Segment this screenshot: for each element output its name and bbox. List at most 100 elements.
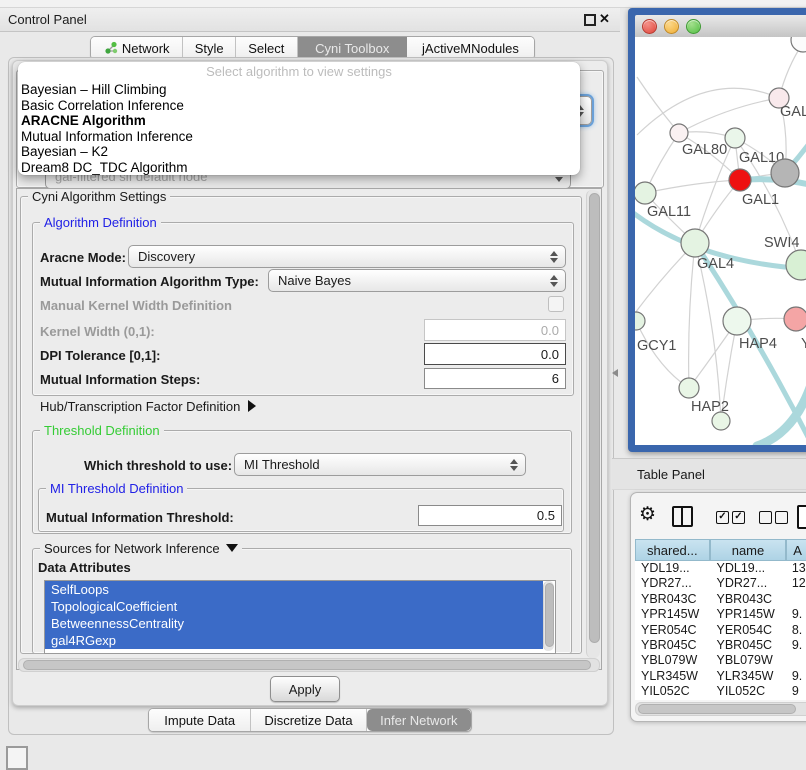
network-node[interactable] (771, 159, 799, 187)
tab-style[interactable]: Style (183, 37, 236, 59)
table-row[interactable]: YLR345WYLR345W9. (635, 669, 806, 684)
table-row[interactable]: YBR045CYBR045C9. (635, 638, 806, 653)
table-row[interactable]: YPR145WYPR145W9. (635, 607, 806, 622)
network-node[interactable] (791, 37, 806, 52)
attributes-vertical-scrollbar[interactable] (543, 581, 554, 651)
dropdown-item[interactable]: ARACNE Algorithm (18, 113, 580, 129)
attribute-item[interactable]: BetweennessCentrality (45, 615, 543, 632)
kernel-width-field[interactable]: 0.0 (424, 319, 566, 341)
node-label: Y (801, 336, 806, 352)
mi-steps-field[interactable]: 6 (424, 368, 566, 389)
sources-group-title[interactable]: Sources for Network Inference (40, 541, 242, 556)
tab-impute-data[interactable]: Impute Data (149, 709, 251, 731)
dropdown-item[interactable]: Bayesian – Hill Climbing (18, 82, 580, 98)
table-cell: YPR145W (635, 607, 711, 622)
unchecked-checkbox-icon[interactable] (759, 511, 772, 524)
tab-select[interactable]: Select (236, 37, 298, 59)
network-edge[interactable] (679, 98, 779, 133)
window-close-button[interactable] (642, 19, 657, 34)
table-panel-window: ⚙ ✓ ✓ shared...nameA YDL19...YDL19...13Y… (630, 492, 806, 722)
dropdown-item[interactable]: Dream8 DC_TDC Algorithm (18, 160, 580, 175)
which-threshold-combobox[interactable]: MI Threshold (234, 453, 526, 476)
dock-panel-icon[interactable] (6, 746, 28, 770)
network-window: GALGAL80GAL10GAL1GAL11GAL4SWI4HAP4YGCY1H… (628, 8, 806, 452)
table-cell: YIL052C (711, 684, 788, 699)
window-zoom-button[interactable] (686, 19, 701, 34)
data-attributes-label: Data Attributes (38, 560, 131, 575)
attribute-item[interactable]: SelfLoops (45, 581, 543, 598)
window-minimize-button[interactable] (664, 19, 679, 34)
tab-cyni-toolbox[interactable]: Cyni Toolbox (298, 37, 407, 59)
network-canvas[interactable]: GALGAL80GAL10GAL1GAL11GAL4SWI4HAP4YGCY1H… (635, 37, 806, 445)
table-cell (788, 592, 806, 607)
mi-threshold-field[interactable]: 0.5 (418, 505, 562, 526)
settings-vertical-scrollbar[interactable] (586, 190, 600, 658)
table-cell: YBR043C (711, 592, 788, 607)
kernel-width-label: Kernel Width (0,1): (40, 324, 155, 339)
network-node-hap2[interactable] (679, 378, 699, 398)
table-row[interactable]: YER054CYER054C8. (635, 623, 806, 638)
group-title: Threshold Definition (40, 423, 164, 438)
network-edge[interactable] (635, 243, 695, 324)
column-header[interactable]: name (710, 539, 787, 561)
float-window-icon[interactable] (584, 14, 596, 26)
tab-discretize-data[interactable]: Discretize Data (251, 709, 366, 731)
checked-checkbox-icon[interactable]: ✓ (716, 511, 729, 524)
table-row[interactable]: YIL052CYIL052C9 (635, 684, 806, 699)
network-edge[interactable] (636, 321, 689, 388)
which-threshold-label: Which threshold to use: (84, 458, 232, 473)
column-header[interactable]: A (786, 539, 806, 561)
network-node-gal11[interactable] (635, 182, 656, 204)
network-node-swi4[interactable] (786, 250, 806, 280)
table-horizontal-scrollbar[interactable] (635, 702, 806, 716)
mi-type-combobox[interactable]: Naive Bayes (268, 269, 566, 292)
tab-network[interactable]: Network (91, 37, 183, 59)
hub-section-toggle[interactable]: Hub/Transcription Factor Definition (40, 399, 256, 414)
network-node-gal1[interactable] (729, 169, 751, 191)
table-cell: YDL19... (635, 561, 711, 576)
node-label: GAL (780, 104, 806, 120)
table-row[interactable]: YBR043CYBR043C (635, 592, 806, 607)
aracne-mode-combobox[interactable]: Discovery (128, 245, 566, 268)
table-row[interactable]: YDR27...YDR27...12 (635, 576, 806, 591)
settings-horizontal-scrollbar[interactable] (18, 658, 600, 672)
attribute-item[interactable]: gal4RGexp (45, 632, 543, 649)
tab-infer-network[interactable]: Infer Network (367, 709, 471, 731)
table-cell: YER054C (635, 623, 711, 638)
column-header[interactable]: shared... (635, 539, 710, 561)
network-node-gcy1[interactable] (635, 312, 645, 330)
network-edge[interactable] (689, 243, 695, 388)
panel-divider-arrow[interactable] (612, 369, 618, 377)
table-cell: 12 (788, 576, 806, 591)
network-node[interactable] (712, 412, 730, 430)
network-edge[interactable] (637, 88, 779, 135)
apply-button[interactable]: Apply (270, 676, 340, 702)
dropdown-item[interactable]: Bayesian – K2 (18, 144, 580, 160)
checked-checkbox-icon[interactable]: ✓ (732, 511, 745, 524)
network-node-gal80[interactable] (670, 124, 688, 142)
file-icon[interactable] (797, 505, 806, 529)
tab-jactivemnodules[interactable]: jActiveMNodules (407, 37, 534, 59)
dpi-tolerance-field[interactable]: 0.0 (424, 343, 566, 365)
columns-icon[interactable] (672, 506, 693, 527)
data-attributes-list[interactable]: SelfLoopsTopologicalCoefficientBetweenne… (44, 580, 556, 654)
network-node-hap4[interactable] (723, 307, 751, 335)
network-node-y[interactable] (784, 307, 806, 331)
manual-kernel-checkbox[interactable] (548, 296, 564, 312)
node-label: HAP4 (739, 336, 777, 352)
table-row[interactable]: YDL19...YDL19...13 (635, 561, 806, 576)
network-edge[interactable] (637, 77, 679, 133)
table-cell: YBL079W (711, 653, 788, 668)
network-node-gal4[interactable] (681, 229, 709, 257)
dropdown-item[interactable]: Mutual Information Inference (18, 129, 580, 145)
close-icon[interactable]: ✕ (599, 11, 610, 27)
attribute-item[interactable]: TopologicalCoefficient (45, 598, 543, 615)
dropdown-item[interactable]: Basic Correlation Inference (18, 98, 580, 114)
mi-type-label: Mutual Information Algorithm Type: (40, 274, 259, 289)
network-node-gal10[interactable] (725, 128, 745, 148)
unchecked-checkbox-icon[interactable] (775, 511, 788, 524)
table-row[interactable]: YBL079WYBL079W (635, 653, 806, 668)
network-window-titlebar[interactable] (635, 15, 806, 39)
gear-icon[interactable]: ⚙ (639, 505, 656, 524)
network-edge[interactable] (645, 180, 740, 193)
